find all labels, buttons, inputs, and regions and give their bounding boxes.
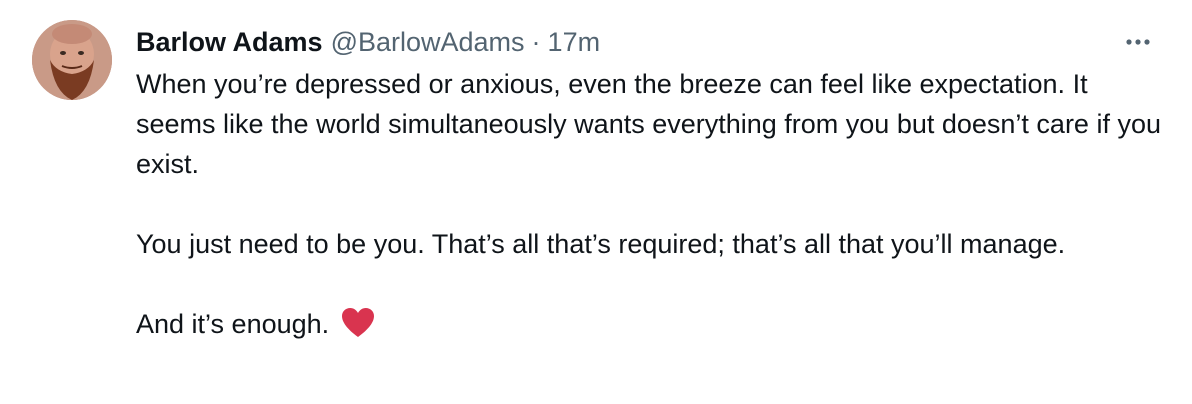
avatar[interactable] [32, 20, 112, 100]
tweet-paragraph-text: And it’s enough. [136, 309, 330, 339]
user-handle[interactable]: @BarlowAdams [331, 24, 525, 60]
tweet-paragraph: You just need to be you. That’s all that… [136, 229, 1066, 259]
header-separator: · [531, 27, 541, 57]
tweet-header: Barlow Adams @BarlowAdams · 17m [136, 24, 600, 60]
tweet[interactable]: Barlow Adams @BarlowAdams · 17m When you… [0, 0, 1192, 404]
display-name[interactable]: Barlow Adams [136, 24, 323, 60]
more-horizontal-icon [1126, 39, 1150, 45]
more-options-button[interactable] [1118, 26, 1158, 58]
tweet-text: When you’re depressed or anxious, even t… [136, 64, 1166, 350]
tweet-paragraph: When you’re depressed or anxious, even t… [136, 69, 1161, 179]
tweet-paragraph-last: And it’s enough. [136, 304, 1166, 350]
timestamp[interactable]: 17m [548, 24, 601, 60]
red-heart-icon [341, 307, 375, 350]
avatar-image [32, 20, 112, 100]
